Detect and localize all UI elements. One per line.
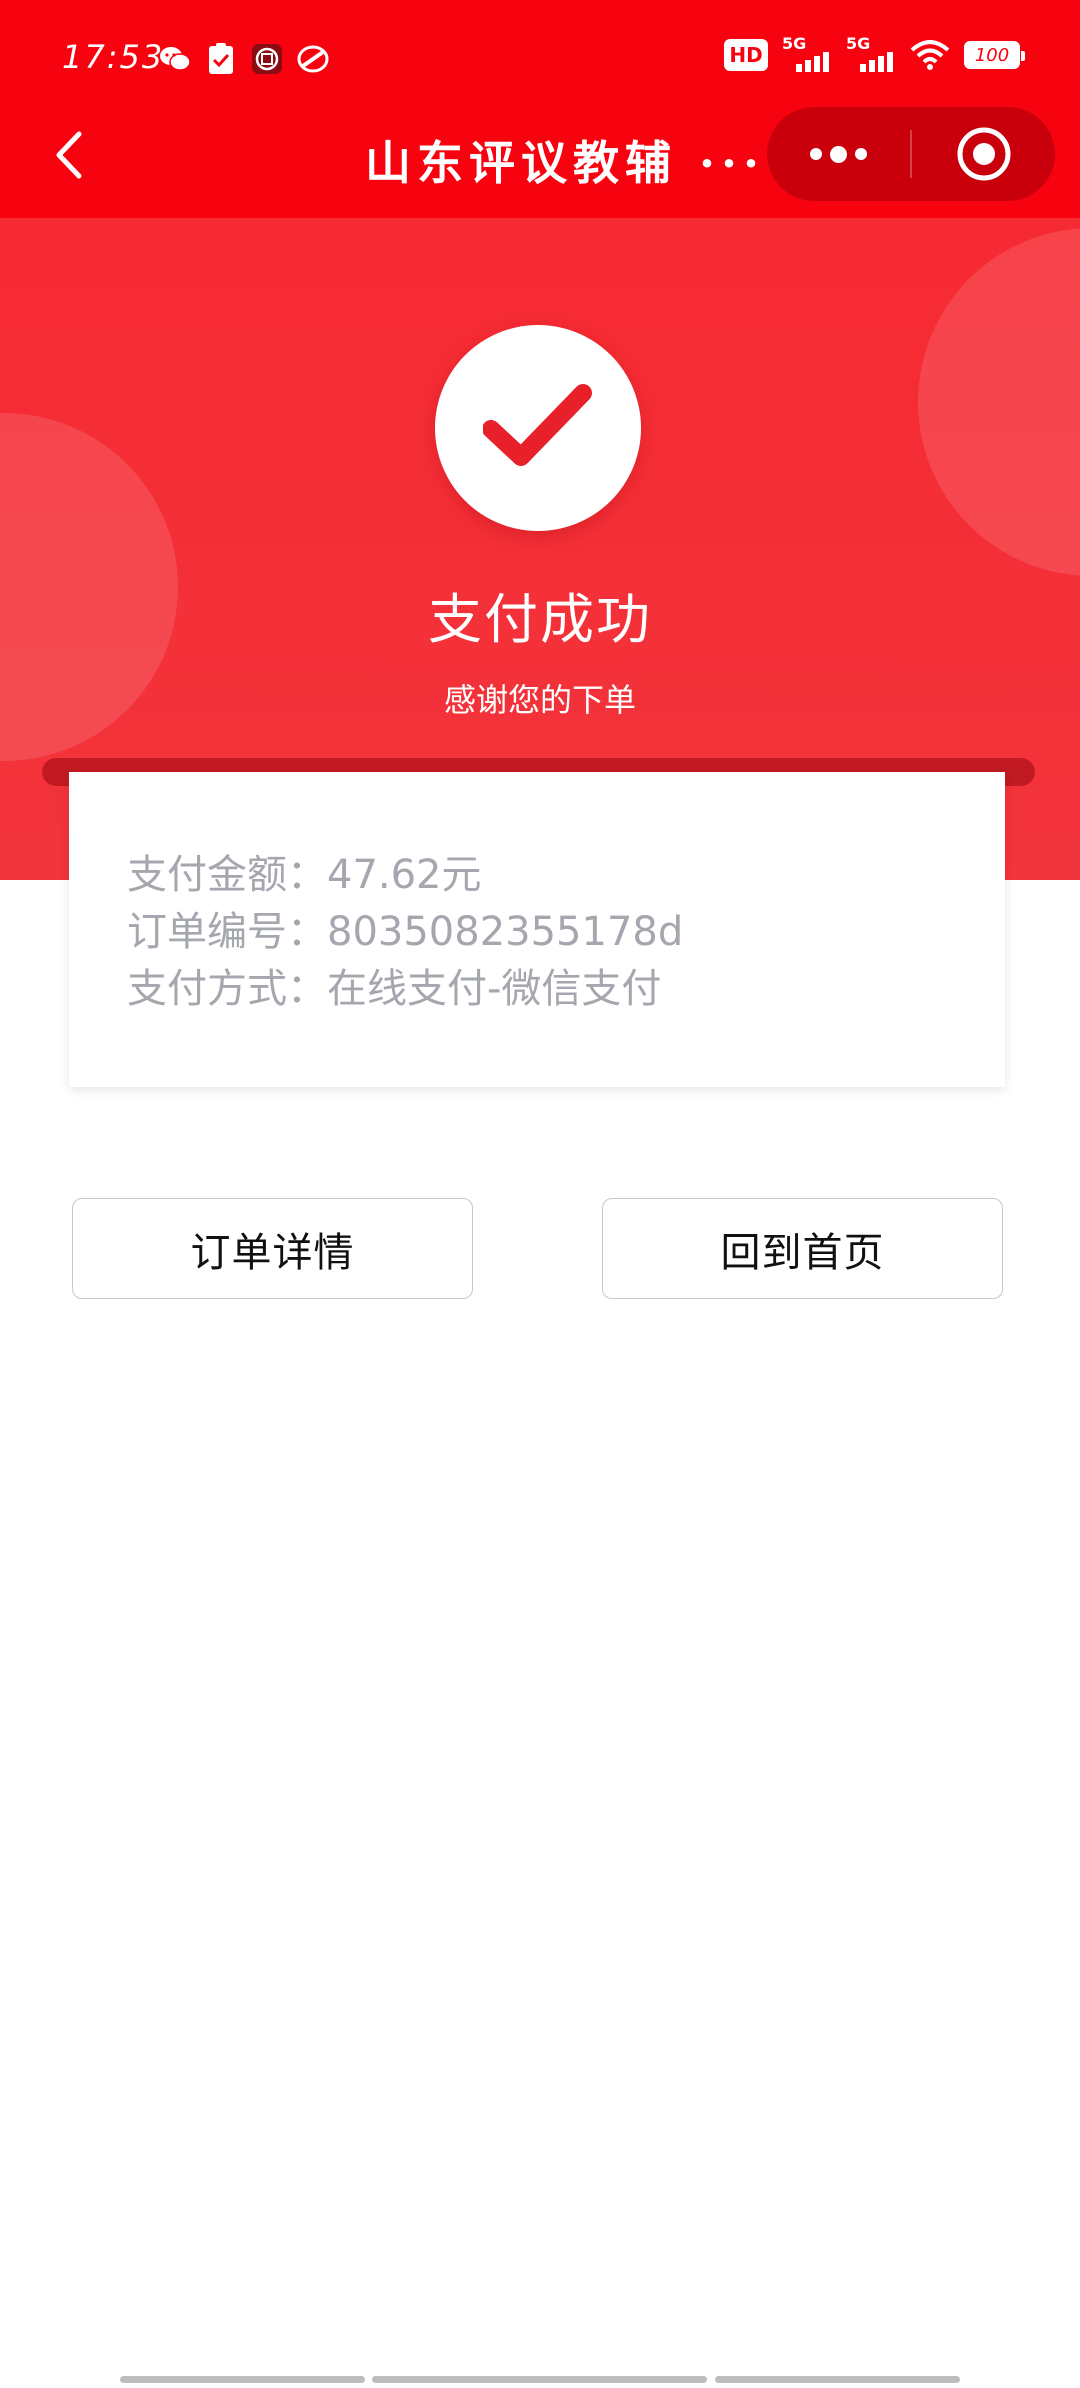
payment-method: 支付方式：在线支付-微信支付: [127, 966, 662, 1012]
status-right-icons: HD 5G 5G 100: [724, 34, 1025, 72]
order-number: 订单编号：8035082355178d: [127, 909, 684, 955]
more-dot-icon: [830, 145, 847, 163]
network-label-1: 5G: [782, 34, 807, 53]
nav-bar: 山东评议教辅 ···: [0, 105, 1080, 205]
bottom-handle-left: [120, 2376, 365, 2383]
status-time: 17:53: [62, 38, 165, 76]
page-title: 山东评议教辅 ···: [365, 136, 766, 190]
success-subtitle: 感谢您的下单: [443, 681, 636, 719]
signal-icon-2: 5G: [846, 34, 896, 72]
target-circle-icon: [957, 127, 1010, 181]
task-check-icon: [204, 42, 238, 76]
success-title: 支付成功: [428, 588, 652, 651]
bank-icon: [250, 42, 284, 76]
checkmark-icon: [483, 384, 592, 466]
bottom-handle-right: [715, 2376, 960, 2383]
status-bar: 17:53 HD 5G 5G 100: [0, 0, 1080, 118]
decorative-bubble-right: [918, 228, 1080, 576]
hd-voice-badge: HD: [724, 39, 768, 71]
order-detail-button[interactable]: 订单详情: [72, 1198, 473, 1299]
battery-indicator: 100: [964, 41, 1025, 69]
back-home-button[interactable]: 回到首页: [602, 1198, 1003, 1299]
more-menu-button[interactable]: [767, 107, 910, 201]
success-check-circle: [435, 325, 641, 531]
wifi-icon: [910, 38, 950, 72]
mini-program-capsule: [767, 107, 1055, 201]
payment-amount: 支付金额：47.62元: [127, 852, 482, 898]
signal-icon-1: 5G: [782, 34, 832, 72]
close-mini-program-button[interactable]: [912, 107, 1055, 201]
swirl-app-icon: [296, 42, 330, 76]
more-dot-icon: [810, 148, 822, 160]
more-dot-icon: [855, 148, 867, 160]
notification-icons: [158, 42, 330, 76]
wechat-icon: [158, 42, 192, 76]
order-info-card: 支付金额：47.62元 订单编号：8035082355178d 支付方式：在线支…: [69, 772, 1005, 1087]
bottom-handle-center: [372, 2376, 707, 2383]
network-label-2: 5G: [846, 34, 871, 53]
back-button[interactable]: [38, 125, 98, 185]
chevron-left-icon: [56, 131, 82, 179]
